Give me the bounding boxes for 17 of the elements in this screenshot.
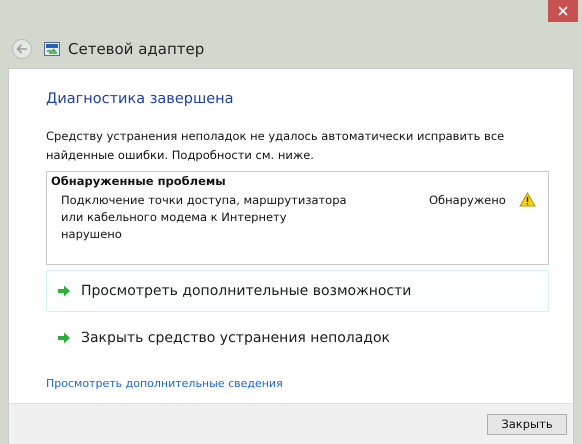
network-adapter-icon	[44, 42, 60, 56]
problem-status: Обнаружено	[429, 192, 507, 209]
details-link[interactable]: Просмотреть дополнительные сведения	[46, 377, 283, 390]
option-link[interactable]: Просмотреть дополнительные возможности	[46, 270, 549, 312]
close-button[interactable]	[548, 0, 578, 22]
heading: Диагностика завершена	[46, 91, 235, 107]
window-title: Сетевой адаптер	[68, 40, 204, 58]
warning-icon	[519, 192, 536, 207]
option-link[interactable]: Закрыть средство устранения неполадок	[46, 317, 549, 359]
arrow-icon	[57, 332, 71, 344]
problems-title: Обнаруженные проблемы	[51, 174, 227, 188]
description: Средству устранения неполадок не удалось автоматически исправить все найденные ошибки. Подробности см. ниже.	[46, 128, 506, 164]
problem-text: Подключение точки доступа, маршрутизатора или кабельного модема к Интернету нарушено	[61, 192, 348, 243]
arrow-icon	[57, 285, 71, 297]
close-dialog-button[interactable]: Закрыть	[487, 414, 567, 434]
back-arrow-icon	[16, 44, 28, 54]
close-icon	[558, 6, 568, 16]
